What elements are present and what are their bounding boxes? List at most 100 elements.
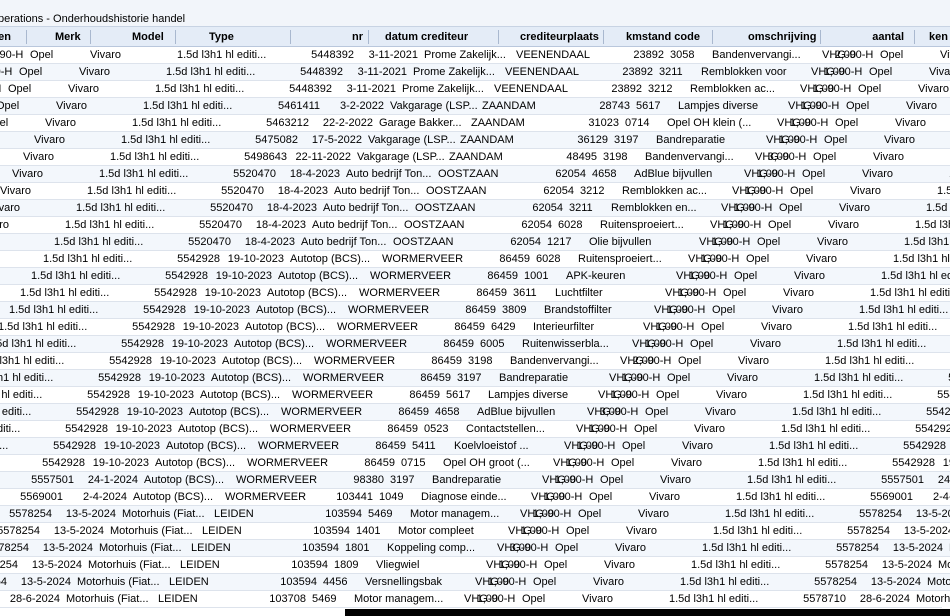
cell-model[interactable]: Vivaro: [750, 338, 825, 351]
cell-model[interactable]: Vivaro: [0, 219, 53, 232]
cell-kmstand[interactable]: 62054: [492, 219, 552, 232]
cell-type[interactable]: 1.5d l3h1 hl editi...: [132, 117, 232, 130]
cell-type[interactable]: 1.5d l3h1 hl editi...: [747, 474, 847, 487]
cell-kmstand[interactable]: 103594: [302, 508, 362, 521]
cell-model[interactable]: Vivaro: [839, 202, 914, 215]
column-header-omschrijving[interactable]: omschrijving: [748, 31, 816, 43]
cell-merk[interactable]: Opel: [757, 236, 815, 249]
cell-type[interactable]: 1.5d l3h1 hl editi...: [0, 321, 98, 334]
cell-merk[interactable]: Opel: [634, 423, 692, 436]
cell-merk[interactable]: Opel: [19, 66, 77, 79]
cell-crediteur[interactable]: Autotop (BCS)...: [155, 457, 247, 470]
table-row[interactable]: VHG-90-HOpelVivaro1.5d l3h1 hl editi...5…: [0, 557, 950, 574]
cell-type[interactable]: 1.5d l3h1 hl editi...: [915, 219, 950, 232]
cell-merk[interactable]: Opel: [522, 593, 580, 606]
cell-nr[interactable]: 5475082: [234, 134, 298, 147]
cell-datum[interactable]: 19-10-2023: [158, 355, 216, 368]
cell-type[interactable]: 1.5d l3h1 hl editi...: [792, 406, 892, 419]
cell-crediteur[interactable]: Autotop (BCS)...: [133, 491, 225, 504]
cell-kmstand[interactable]: 86459: [414, 338, 474, 351]
cell-model[interactable]: Vivaro: [761, 321, 836, 334]
cell-kmstand[interactable]: 103708: [246, 593, 306, 606]
cell-merk[interactable]: Opel: [768, 219, 826, 232]
cell-crediteur[interactable]: Motorhuis (Fiat...: [110, 525, 202, 538]
cell-kmstand[interactable]: 86459: [358, 423, 418, 436]
cell-kenteken[interactable]: VHG-90-H: [688, 253, 740, 266]
cell-kenteken[interactable]: VHG-90-H: [486, 559, 538, 572]
cell-datum[interactable]: 13-5-2024: [35, 542, 93, 555]
cell-kmstand[interactable]: 103594: [257, 576, 317, 589]
cell-model[interactable]: Vivaro: [694, 423, 769, 436]
cell-type[interactable]: 1.5d l3h1 hl editi...: [803, 389, 903, 402]
cell-kenteken[interactable]: VHG-90-H: [800, 83, 852, 96]
cell-model[interactable]: Vivaro: [582, 593, 657, 606]
cell-type[interactable]: 1.5d l3h1 hl editi...: [0, 389, 53, 402]
cell-nr[interactable]: 5542928: [122, 304, 186, 317]
cell-code[interactable]: 3197: [614, 134, 654, 147]
cell-omschrijving[interactable]: Remblokken ac...: [622, 185, 722, 198]
cell-model[interactable]: Vivaro: [772, 304, 847, 317]
cell-kmstand[interactable]: 86459: [391, 372, 451, 385]
cell-plaats[interactable]: WORMERVEER: [270, 423, 358, 436]
cell-crediteur[interactable]: Vakgarage (LSP...: [368, 134, 460, 147]
cell-code[interactable]: 0523: [424, 423, 464, 436]
cell-merk[interactable]: Opel: [835, 117, 893, 130]
table-row[interactable]: VHG-90-HOpelVivaro1.5d l3h1 hl editi...5…: [0, 234, 950, 251]
table-row[interactable]: VHG-90-HOpelVivaro1.5d l3h1 hl editi...5…: [0, 370, 950, 387]
cell-merk[interactable]: Opel: [30, 49, 88, 62]
cell-plaats[interactable]: OOSTZAAN: [438, 168, 526, 181]
cell-omschrijving[interactable]: Olie bijvullen: [589, 236, 689, 249]
cell-type[interactable]: 1.5d l3h1 hl editi...: [825, 355, 925, 368]
column-separator[interactable]: [90, 30, 91, 44]
column-separator[interactable]: [820, 30, 821, 44]
cell-nr[interactable]: 5520470: [178, 219, 242, 232]
cell-merk[interactable]: Opel: [533, 576, 591, 589]
cell-model[interactable]: Vivaro: [929, 66, 950, 79]
cell-kmstand[interactable]: 86459: [470, 253, 530, 266]
cell-type[interactable]: 1.5d l3h1 hl editi...: [859, 304, 950, 317]
cell-kenteken[interactable]: VHG-90-H: [744, 168, 796, 181]
column-header-model[interactable]: Model: [132, 31, 164, 43]
cell-kmstand[interactable]: 62054: [503, 202, 563, 215]
table-row[interactable]: VHG-90-HOpelVivaro1.5d l3h1 hl editi...5…: [0, 115, 950, 132]
cell-kmstand[interactable]: 86459: [436, 304, 496, 317]
cell-plaats[interactable]: OOSTZAAN: [393, 236, 481, 249]
cell-plaats[interactable]: WORMERVEER: [348, 304, 436, 317]
cell-nr[interactable]: 5578254: [838, 508, 902, 521]
cell-crediteur[interactable]: Autotop (BCS)...: [245, 321, 337, 334]
cell-crediteur[interactable]: Motorhuis (Fiat...: [938, 559, 950, 572]
cell-plaats[interactable]: VEENENDAAL: [494, 83, 582, 96]
cell-datum[interactable]: 24-1-2024: [80, 474, 138, 487]
column-separator[interactable]: [368, 30, 369, 44]
cell-nr[interactable]: 5542928: [133, 287, 197, 300]
cell-nr[interactable]: 5542928: [905, 406, 950, 419]
cell-datum[interactable]: 18-4-2023: [270, 185, 328, 198]
cell-datum[interactable]: 19-10-2023: [181, 321, 239, 334]
cell-merk[interactable]: Opel: [0, 100, 54, 113]
cell-crediteur[interactable]: Autotop (BCS)...: [189, 406, 281, 419]
cell-nr[interactable]: 5578254: [826, 525, 890, 538]
cell-kmstand[interactable]: 86459: [335, 457, 395, 470]
cell-omschrijving[interactable]: Versnellingsbak: [365, 576, 465, 589]
cell-nr[interactable]: 5542928: [894, 423, 950, 436]
cell-kmstand[interactable]: 28743: [570, 100, 630, 113]
cell-nr[interactable]: 5578254: [0, 525, 40, 538]
cell-type[interactable]: 1.5d l3h1 hl editi...: [0, 355, 75, 368]
cell-plaats[interactable]: OOSTZAAN: [426, 185, 514, 198]
cell-model[interactable]: Vivaro: [806, 253, 881, 266]
cell-kmstand[interactable]: 86459: [425, 321, 485, 334]
column-separator[interactable]: [498, 30, 499, 44]
cell-omschrijving[interactable]: Ruitensproeiert...: [578, 253, 678, 266]
cell-merk[interactable]: Opel: [656, 389, 714, 402]
cell-kenteken[interactable]: VHG-90-H: [576, 423, 628, 436]
data-grid[interactable]: VHG-90-HOpelVivaro1.5d l3h1 hl editi...5…: [0, 47, 950, 616]
cell-datum[interactable]: 18-4-2023: [282, 168, 340, 181]
cell-crediteur[interactable]: Vakgarage (LSP...: [357, 151, 449, 164]
cell-code[interactable]: 1049: [379, 491, 419, 504]
cell-crediteur[interactable]: Motorhuis (Fiat...: [88, 559, 180, 572]
cell-model[interactable]: Vivaro: [0, 253, 31, 266]
cell-crediteur[interactable]: Prome Zakelijk...: [424, 49, 516, 62]
cell-kenteken[interactable]: VHG-90-H: [811, 66, 863, 79]
cell-code[interactable]: 1801: [345, 542, 385, 555]
cell-type[interactable]: 1.5d l3h1 hl editi...: [110, 151, 210, 164]
